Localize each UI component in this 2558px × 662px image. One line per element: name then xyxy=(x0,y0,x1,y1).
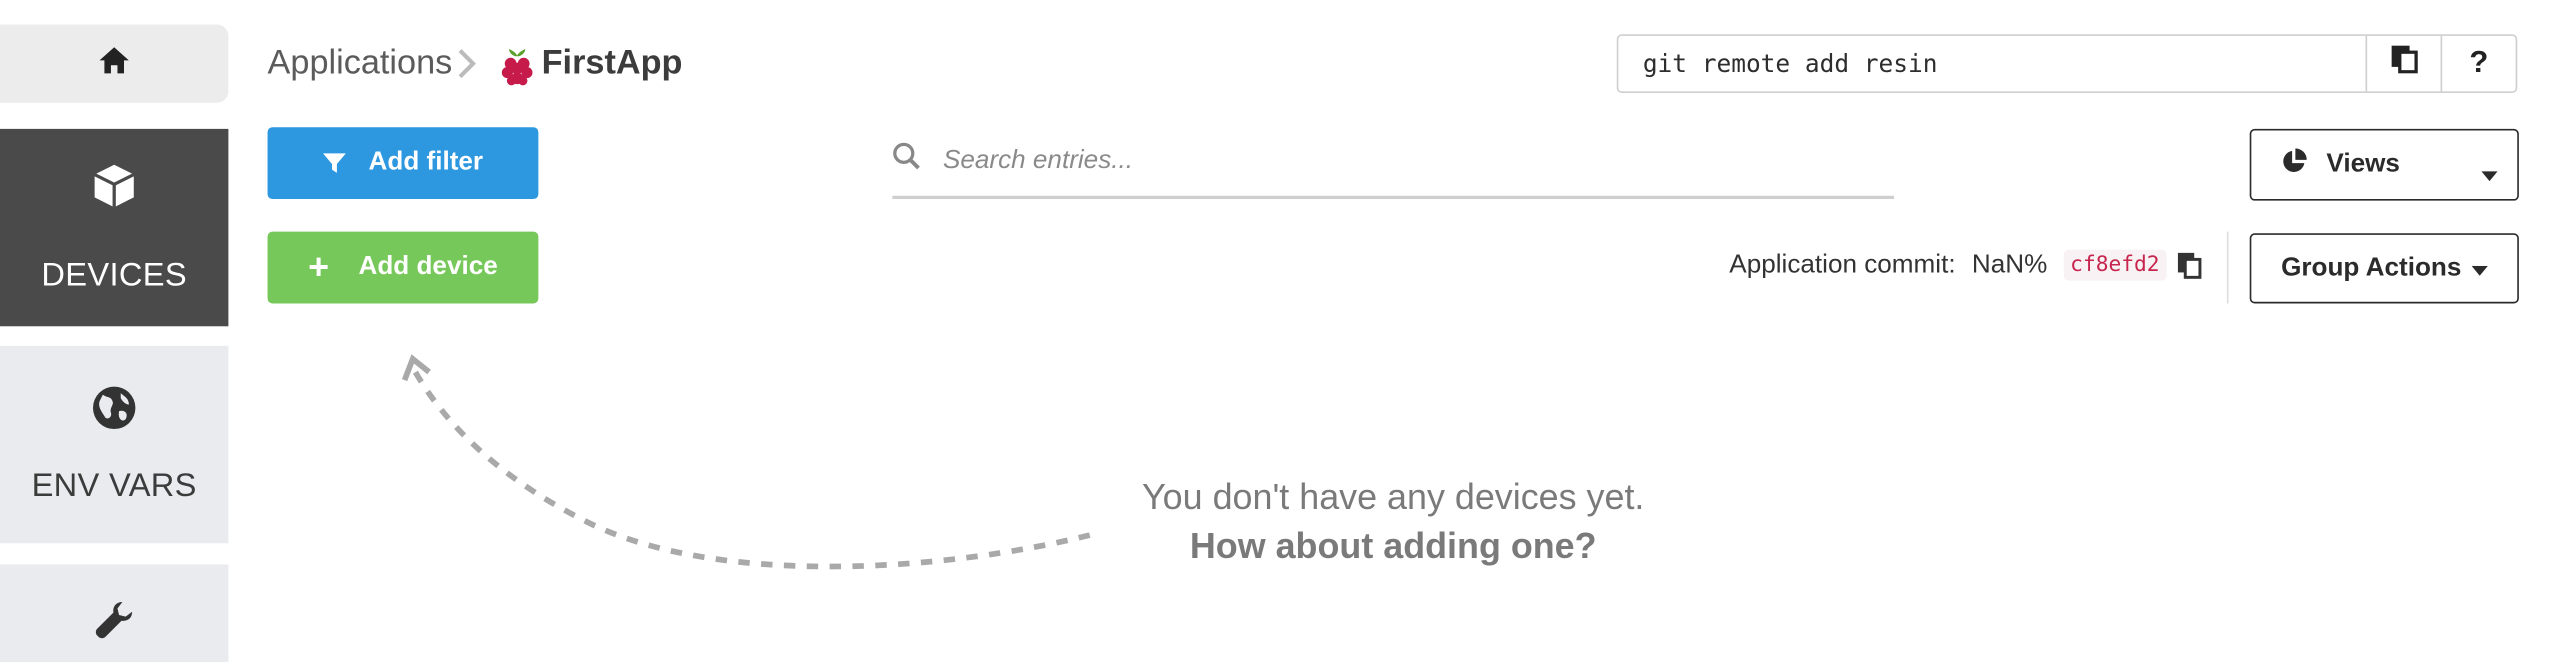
plus-icon: + xyxy=(308,246,330,288)
sidebar-item-label: ENV VARS xyxy=(31,467,197,504)
copy-icon xyxy=(2389,44,2418,83)
breadcrumb-app-name: FirstApp xyxy=(541,44,683,82)
filter-icon xyxy=(322,152,346,175)
empty-state-message: You don't have any devices yet. xyxy=(1142,476,1645,518)
views-dropdown[interactable]: Views xyxy=(2249,128,2519,201)
search-icon xyxy=(892,142,921,180)
commit-hash: cf8efd2 xyxy=(2063,249,2167,281)
sidebar-item-settings[interactable] xyxy=(0,564,229,662)
group-actions-label: Group Actions xyxy=(2281,253,2462,282)
commit-label: Application commit: xyxy=(1729,250,1956,279)
sidebar-item-devices[interactable]: DEVICES xyxy=(0,128,229,327)
group-actions-dropdown[interactable]: Group Actions xyxy=(2249,233,2519,304)
views-label: Views xyxy=(2326,150,2400,178)
sidebar-item-env-vars[interactable]: ENV VARS xyxy=(0,345,229,544)
globe-icon xyxy=(91,384,137,438)
add-device-label: Add device xyxy=(358,252,498,281)
add-filter-label: Add filter xyxy=(368,148,484,177)
chevron-right-icon xyxy=(457,47,477,88)
application-commit: Application commit: NaN% cf8efd2 xyxy=(1729,249,2202,281)
help-button[interactable]: ? xyxy=(2440,35,2516,92)
search-input[interactable] xyxy=(942,137,1857,186)
commit-percent: NaN% xyxy=(1971,250,2048,279)
cube-icon xyxy=(90,161,139,218)
breadcrumb-applications-link[interactable]: Applications xyxy=(268,44,453,83)
search-bar xyxy=(892,137,1895,200)
empty-state-prompt: How about adding one? xyxy=(1189,525,1597,567)
add-device-button[interactable]: + Add device xyxy=(267,231,539,304)
dashed-arrow-graphic xyxy=(392,351,1110,596)
chevron-down-icon xyxy=(2481,160,2498,189)
git-remote-box: git remote add resin ? xyxy=(1616,34,2518,93)
pie-chart-icon xyxy=(2281,147,2307,182)
sidebar-item-label: DEVICES xyxy=(41,256,187,293)
toolbar-divider xyxy=(2226,231,2229,304)
add-filter-button[interactable]: Add filter xyxy=(267,127,539,200)
copy-icon[interactable] xyxy=(2176,251,2202,279)
git-remote-command[interactable]: git remote add resin xyxy=(1618,36,2365,91)
raspberry-pi-icon xyxy=(499,46,535,97)
chevron-down-icon xyxy=(2471,254,2488,283)
sidebar-item-home[interactable] xyxy=(0,24,229,103)
copy-git-remote-button[interactable] xyxy=(2365,35,2441,92)
wrench-icon xyxy=(91,597,137,651)
home-icon xyxy=(98,45,131,83)
